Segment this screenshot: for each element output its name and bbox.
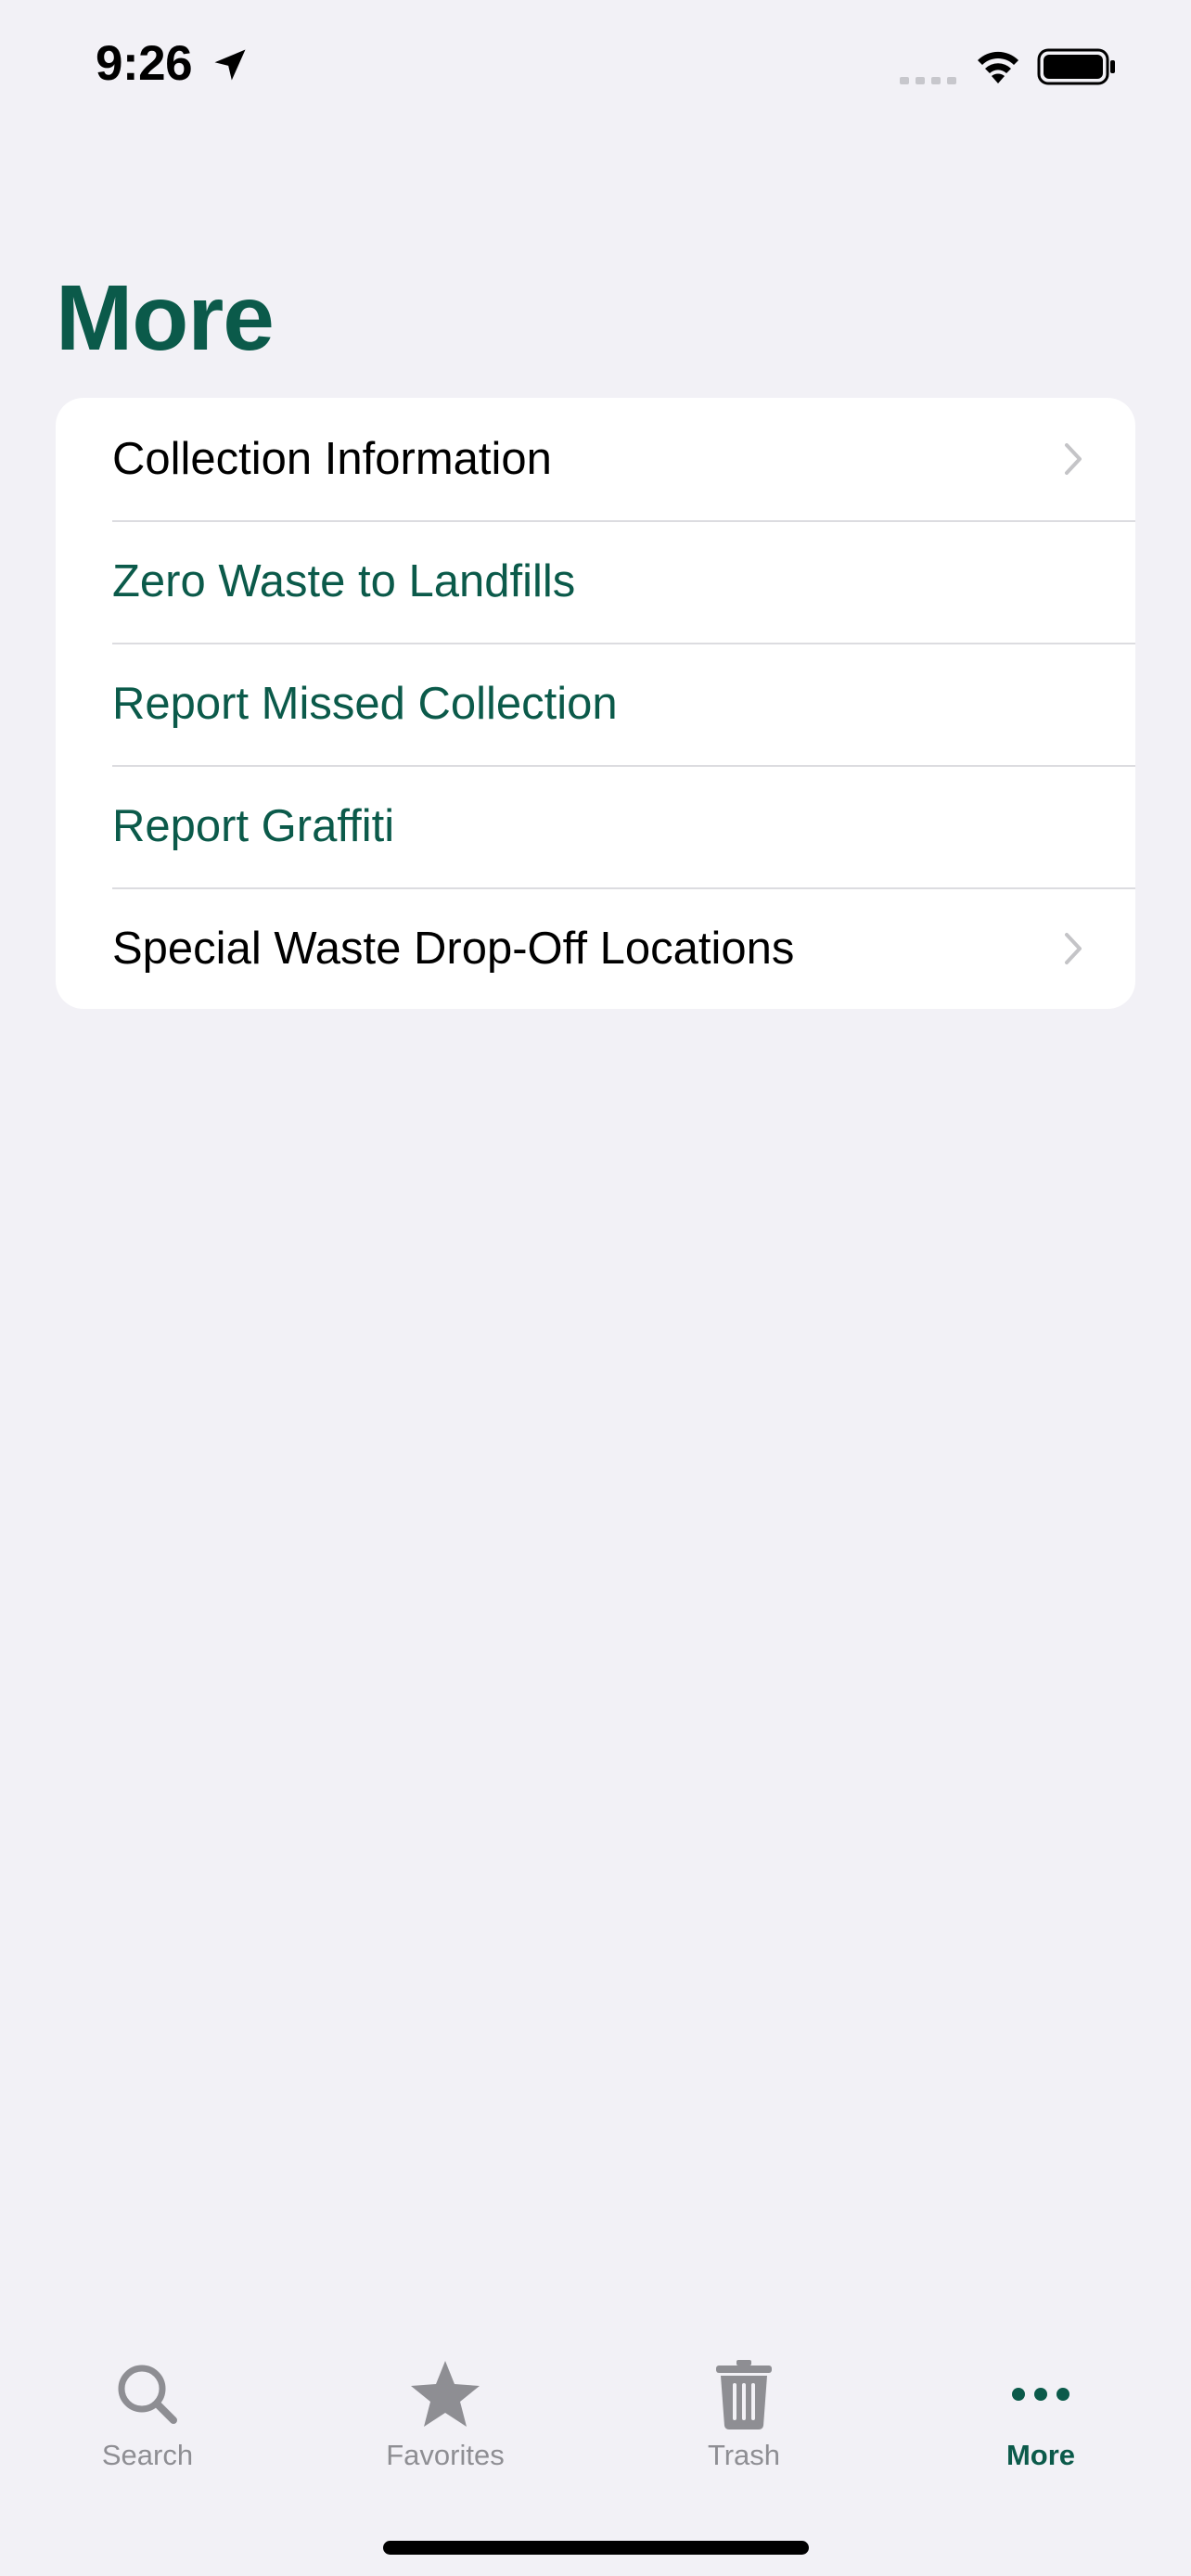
status-time: 9:26 (96, 36, 193, 91)
ellipsis-icon (1012, 2388, 1069, 2401)
tab-label: Favorites (386, 2439, 505, 2471)
list-item-collection-information[interactable]: Collection Information (56, 398, 1135, 520)
tab-bar: Search Favorites Trash More (0, 2337, 1191, 2522)
wifi-icon (978, 51, 1018, 83)
list-item-label: Special Waste Drop-Off Locations (112, 924, 795, 974)
tab-more[interactable]: More (939, 2337, 1143, 2494)
more-screen: 9:26 More Collection Information Zero Wa… (0, 0, 1191, 2576)
tab-search[interactable]: Search (45, 2337, 250, 2494)
home-indicator[interactable] (383, 2541, 809, 2555)
list-item-special-waste-drop-off-locations[interactable]: Special Waste Drop-Off Locations (56, 887, 1135, 1009)
chevron-right-icon (1065, 443, 1082, 475)
battery-icon (1037, 48, 1115, 85)
trash-can-icon (716, 2360, 772, 2429)
star-icon (411, 2361, 480, 2427)
cellular-signal-icon (900, 77, 956, 84)
location-arrow-icon (214, 49, 246, 81)
list-item-report-graffiti[interactable]: Report Graffiti (56, 765, 1135, 887)
list-item-label: Zero Waste to Landfills (112, 556, 576, 606)
more-options-list: Collection Information Zero Waste to Lan… (56, 398, 1135, 1009)
tab-trash[interactable]: Trash (642, 2337, 846, 2494)
list-item-zero-waste-to-landfills[interactable]: Zero Waste to Landfills (56, 520, 1135, 643)
chevron-right-icon (1065, 933, 1082, 964)
status-bar: 9:26 (0, 0, 1191, 139)
list-item-label: Report Missed Collection (112, 679, 618, 729)
tab-favorites[interactable]: Favorites (343, 2337, 547, 2494)
list-item-label: Report Graffiti (112, 801, 395, 851)
tab-label: Trash (707, 2439, 781, 2471)
list-item-report-missed-collection[interactable]: Report Missed Collection (56, 643, 1135, 765)
page-title: More (56, 266, 275, 370)
tab-label: More (1005, 2439, 1076, 2471)
magnifying-glass-icon (118, 2365, 177, 2424)
list-item-label: Collection Information (112, 434, 552, 484)
tab-label: Search (101, 2439, 194, 2471)
